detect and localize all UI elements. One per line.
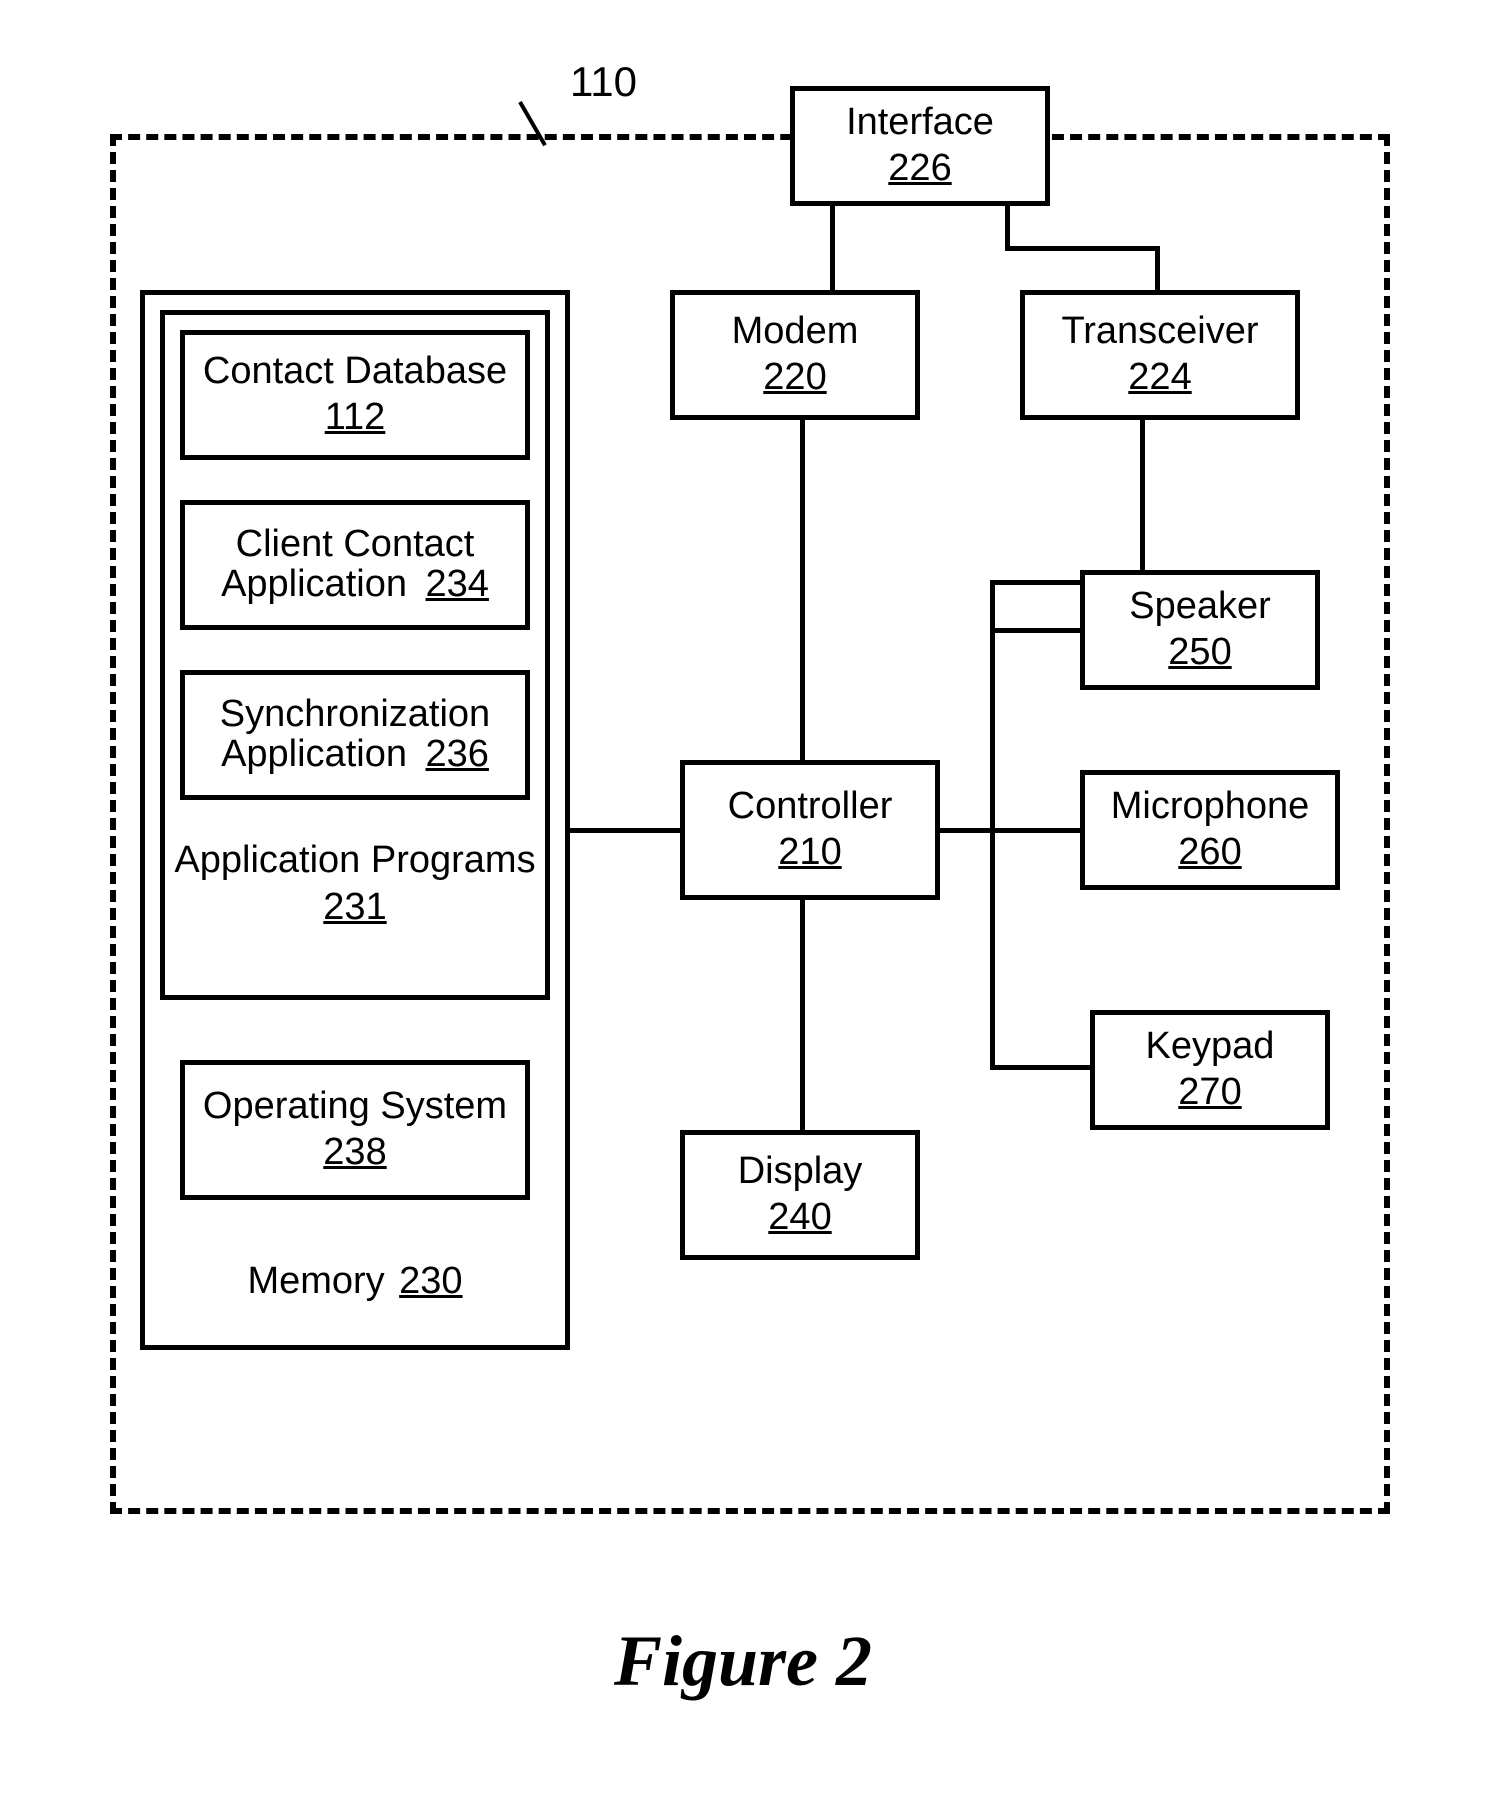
label-transceiver: Transceiver	[1061, 311, 1258, 353]
label-sync-app: Synchronization Application 236	[185, 695, 525, 775]
ref-keypad: 270	[1178, 1071, 1241, 1114]
label-memory-group: Memory 230	[140, 1260, 570, 1303]
label-os: Operating System	[203, 1086, 507, 1128]
ref-interface: 226	[888, 147, 951, 190]
line-bus-speaker	[990, 628, 1080, 633]
figure-caption: Figure 2	[0, 1620, 1486, 1703]
ref-speaker: 250	[1168, 631, 1231, 674]
ref-display: 240	[768, 1196, 831, 1239]
ref-memory: 230	[399, 1260, 462, 1302]
ref-app-programs: 231	[160, 886, 550, 929]
box-contact-db: Contact Database 112	[180, 330, 530, 460]
label-modem: Modem	[732, 311, 859, 353]
box-microphone: Microphone 260	[1080, 770, 1340, 890]
line-controller-to-bus	[940, 828, 995, 833]
line-interface-transceiver-v	[1155, 246, 1160, 290]
line-bus-keypad	[990, 1065, 1090, 1070]
line-right-bus-vertical	[990, 580, 995, 1070]
label-interface: Interface	[846, 102, 994, 144]
ref-modem: 220	[763, 356, 826, 399]
ref-client-contact: 234	[426, 563, 489, 605]
box-client-contact: Client Contact Application 234	[180, 500, 530, 630]
label-display: Display	[738, 1151, 863, 1193]
label-controller: Controller	[728, 786, 893, 828]
line-interface-modem-v	[830, 206, 835, 290]
label-contact-db: Contact Database	[203, 351, 507, 393]
box-modem: Modem 220	[670, 290, 920, 420]
line-controller-display	[800, 900, 805, 1130]
box-sync-app: Synchronization Application 236	[180, 670, 530, 800]
ref-controller: 210	[778, 831, 841, 874]
box-interface: Interface 226	[790, 86, 1050, 206]
label-app-programs: Application Programs	[160, 840, 550, 882]
label-microphone: Microphone	[1111, 786, 1310, 828]
box-controller: Controller 210	[680, 760, 940, 900]
line-interface-transceiver-h	[1005, 206, 1010, 246]
label-keypad: Keypad	[1146, 1026, 1275, 1068]
box-display: Display 240	[680, 1130, 920, 1260]
diagram-canvas: 110 Interface 226 Modem 220 Transceiver …	[0, 0, 1486, 1802]
line-transceiver-down	[1140, 420, 1145, 580]
ref-transceiver: 224	[1128, 356, 1191, 399]
line-memory-controller	[570, 828, 680, 833]
line-bus-microphone	[990, 828, 1080, 833]
label-client-contact: Client Contact Application 234	[185, 525, 525, 605]
ref-os: 238	[323, 1131, 386, 1174]
ref-label-110: 110	[570, 58, 637, 106]
ref-microphone: 260	[1178, 831, 1241, 874]
line-interface-transceiver-h2	[1005, 246, 1160, 251]
label-memory: Memory	[247, 1260, 384, 1302]
box-keypad: Keypad 270	[1090, 1010, 1330, 1130]
box-transceiver: Transceiver 224	[1020, 290, 1300, 420]
box-os: Operating System 238	[180, 1060, 530, 1200]
ref-contact-db: 112	[325, 396, 386, 439]
figure-caption-text: Figure 2	[614, 1621, 872, 1701]
label-app-programs-group: Application Programs 231	[160, 840, 550, 929]
box-speaker: Speaker 250	[1080, 570, 1320, 690]
line-modem-controller	[800, 420, 805, 760]
ref-sync-app: 236	[426, 733, 489, 775]
label-speaker: Speaker	[1129, 586, 1271, 628]
